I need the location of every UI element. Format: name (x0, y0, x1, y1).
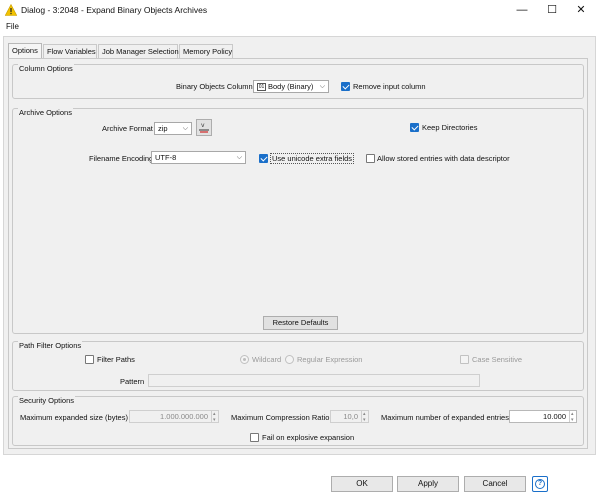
chevron-down-icon: ⌵ (236, 154, 242, 161)
binary-column-label: Binary Objects Column (176, 82, 253, 91)
ok-button[interactable]: OK (331, 476, 393, 492)
compression-ratio-input[interactable]: 10,0 (330, 409, 369, 426)
unicode-extra-fields-label: Use unicode extra fields (270, 153, 355, 164)
spinner-arrows-icon (361, 409, 368, 426)
flow-variable-button[interactable]: v (196, 119, 212, 136)
archive-format-label: Archive Format (102, 124, 153, 133)
help-button[interactable]: ? (532, 476, 548, 492)
archive-format-value: zip (158, 124, 168, 133)
max-size-value: 1.000.000.000 (160, 412, 208, 421)
close-button[interactable]: ✕ (567, 0, 595, 21)
pattern-label: Pattern (120, 377, 145, 386)
max-size-input[interactable]: 1.000.000.000 (129, 409, 219, 426)
restore-defaults-button[interactable]: Restore Defaults (263, 316, 338, 330)
tab-flow-variables[interactable]: Flow Variables (43, 44, 97, 59)
keep-directories-label: Keep Directories (422, 123, 478, 132)
wildcard-label: Wildcard (252, 355, 282, 364)
fail-explosive-label: Fail on explosive expansion (262, 433, 355, 442)
regex-radio[interactable] (285, 355, 294, 364)
regex-label: Regular Expression (297, 355, 363, 364)
compression-ratio-label: Maximum Compression Ratio (231, 413, 330, 422)
spinner-arrows-icon (211, 409, 218, 426)
svg-text:v: v (201, 122, 205, 129)
max-entries-value: 10.000 (543, 412, 566, 421)
compression-ratio-value: 10,0 (343, 412, 358, 421)
unicode-extra-fields-checkbox[interactable] (259, 154, 268, 163)
maximize-button[interactable]: ☐ (538, 0, 566, 21)
spinner-arrows-icon (569, 409, 576, 426)
menu-bar: File (0, 21, 603, 34)
pattern-input[interactable] (148, 374, 480, 387)
max-entries-label: Maximum number of expanded entries (381, 413, 509, 422)
case-sensitive-checkbox[interactable] (460, 355, 469, 364)
minimize-button[interactable]: — (508, 0, 536, 21)
chevron-down-icon: ⌵ (319, 83, 325, 90)
fail-explosive-checkbox[interactable] (250, 433, 259, 442)
warning-triangle-icon (5, 4, 17, 16)
stored-entries-label: Allow stored entries with data descripto… (377, 154, 510, 163)
binary-column-type-icon: 01 (257, 83, 266, 92)
tab-memory-policy[interactable]: Memory Policy (179, 44, 233, 59)
keep-directories-checkbox[interactable] (410, 123, 419, 132)
remove-input-column-label: Remove input column (353, 82, 426, 91)
binary-column-value: Body (Binary) (268, 82, 314, 91)
filename-encoding-value: UTF-8 (155, 153, 177, 162)
flow-variable-icon: v (199, 122, 209, 133)
filename-encoding-label: Filename Encoding (89, 154, 154, 163)
archive-options-group: Archive Options (12, 108, 584, 334)
column-options-title: Column Options (18, 64, 74, 73)
help-icon: ? (535, 479, 545, 489)
security-options-title: Security Options (18, 396, 76, 405)
filter-paths-label: Filter Paths (97, 355, 135, 364)
wildcard-radio[interactable] (240, 355, 249, 364)
apply-button[interactable]: Apply (397, 476, 459, 492)
menu-file[interactable]: File (6, 22, 19, 31)
path-filter-title: Path Filter Options (18, 341, 83, 350)
filter-paths-checkbox[interactable] (85, 355, 94, 364)
tab-options[interactable]: Options (8, 43, 42, 59)
title-bar[interactable]: Dialog - 3:2048 - Expand Binary Objects … (0, 0, 603, 21)
window-title: Dialog - 3:2048 - Expand Binary Objects … (21, 5, 208, 15)
remove-input-column-checkbox[interactable] (341, 82, 350, 91)
archive-format-select[interactable]: zip ⌵ (154, 122, 192, 135)
stored-entries-checkbox[interactable] (366, 154, 375, 163)
cancel-button[interactable]: Cancel (464, 476, 526, 492)
binary-column-select[interactable]: 01 Body (Binary) ⌵ (253, 80, 329, 93)
case-sensitive-label: Case Sensitive (472, 355, 523, 364)
max-entries-input[interactable]: 10.000 (509, 409, 577, 426)
tab-job-manager-selection[interactable]: Job Manager Selection (98, 44, 179, 59)
filename-encoding-select[interactable]: UTF-8 ⌵ (151, 151, 246, 164)
max-size-label: Maximum expanded size (bytes) (20, 413, 128, 422)
chevron-down-icon: ⌵ (182, 125, 188, 132)
archive-options-title: Archive Options (18, 108, 73, 117)
